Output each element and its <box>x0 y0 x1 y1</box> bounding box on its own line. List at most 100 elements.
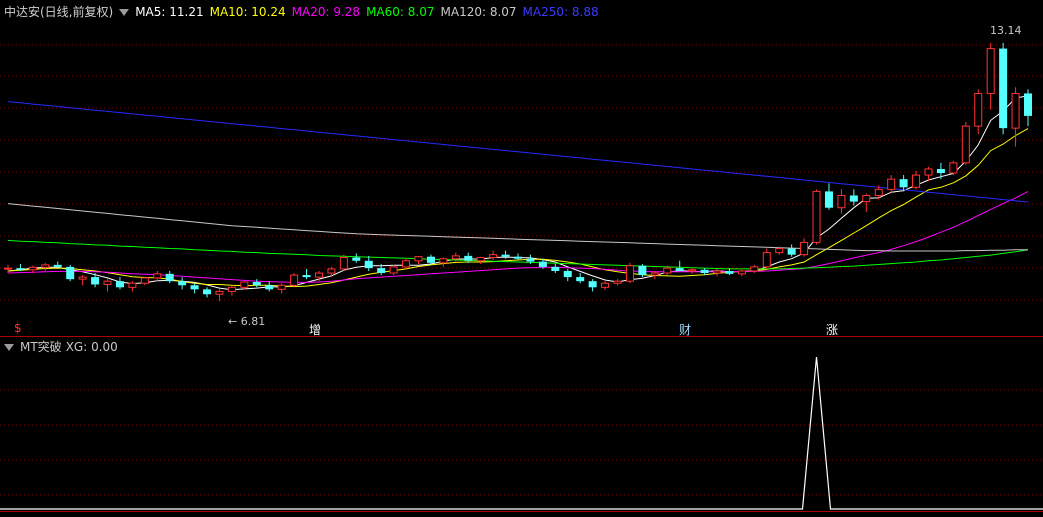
candle-61 <box>762 248 771 269</box>
candle-body-79 <box>986 48 995 94</box>
candle-3 <box>41 262 50 271</box>
candle-body-64 <box>800 241 809 256</box>
candle-21 <box>265 281 274 292</box>
chart-title: 中达安(日线,前复权) <box>4 5 114 19</box>
candle-39 <box>489 250 498 260</box>
candle-body-12 <box>153 273 162 279</box>
candle-16 <box>203 287 212 298</box>
candle-body-9 <box>115 281 124 288</box>
candle-body-5 <box>66 266 75 280</box>
candle-body-19 <box>240 281 249 288</box>
candle-body-46 <box>576 277 585 282</box>
candle-68 <box>849 189 858 206</box>
candle-15 <box>190 283 199 294</box>
candle-54 <box>675 260 684 271</box>
candle-body-72 <box>899 179 908 188</box>
candle-10 <box>128 281 137 292</box>
candle-body-50 <box>625 265 634 282</box>
indicator-xg-value: XG: 0.00 <box>65 340 118 354</box>
candle-body-24 <box>302 275 311 278</box>
candle-body-45 <box>563 270 572 278</box>
ma20-value: MA20: 9.28 <box>291 5 361 19</box>
candle-20 <box>252 279 261 288</box>
candle-body-20 <box>252 282 261 286</box>
candle-body-63 <box>787 248 796 255</box>
candle-71 <box>887 175 896 194</box>
candle-23 <box>290 273 299 288</box>
candle-22 <box>277 283 286 294</box>
candle-body-78 <box>974 92 983 127</box>
candle-body-74 <box>924 168 933 176</box>
candle-28 <box>352 253 361 263</box>
candle-35 <box>439 257 448 267</box>
candle-body-66 <box>824 191 833 208</box>
candle-45 <box>563 268 572 282</box>
candle-body-43 <box>538 261 547 267</box>
candle-37 <box>464 252 473 263</box>
event-marker-2[interactable]: 增 <box>309 321 321 338</box>
candle-body-60 <box>750 266 759 272</box>
candle-body-71 <box>887 178 896 190</box>
candle-body-34 <box>426 256 435 263</box>
ma10-value: MA10: 10.24 <box>209 5 286 19</box>
candle-17 <box>215 289 224 302</box>
candle-body-39 <box>489 254 498 259</box>
candle-73 <box>912 171 921 190</box>
candle-body-65 <box>812 190 821 243</box>
dropdown-triangle-icon[interactable] <box>4 344 14 351</box>
candle-body-11 <box>140 277 149 284</box>
candle-49 <box>613 279 622 286</box>
candle-80 <box>999 42 1008 135</box>
low-price-label: ← 6.81 <box>228 315 266 328</box>
candle-body-32 <box>402 260 411 268</box>
candle-79 <box>986 42 995 110</box>
ma-line-ma120 <box>7 203 1028 252</box>
event-marker-3[interactable]: 财 <box>679 321 691 338</box>
candle-body-36 <box>451 255 460 260</box>
candle-44 <box>551 264 560 274</box>
ma120-value: MA120: 8.07 <box>440 5 517 19</box>
candle-body-28 <box>352 257 361 261</box>
candle-body-48 <box>601 282 610 288</box>
indicator-panel <box>0 356 1043 510</box>
candle-body-30 <box>377 268 386 274</box>
candle-body-67 <box>837 194 846 209</box>
candle-body-31 <box>389 266 398 274</box>
candle-63 <box>787 244 796 257</box>
candle-body-80 <box>999 48 1008 129</box>
candle-50 <box>625 262 634 284</box>
dropdown-triangle-icon[interactable] <box>119 9 130 16</box>
candle-body-62 <box>775 248 784 254</box>
candle-66 <box>824 183 833 210</box>
stock-chart[interactable] <box>0 0 1043 517</box>
candle-body-21 <box>265 285 274 290</box>
candle-body-47 <box>588 281 597 288</box>
candle-body-68 <box>849 195 858 202</box>
ma-line-ma20 <box>7 190 1029 283</box>
candle-77 <box>961 122 970 165</box>
candle-body-7 <box>91 277 100 285</box>
candle-body-81 <box>1011 92 1020 129</box>
candle-body-44 <box>551 266 560 271</box>
candle-64 <box>800 238 809 257</box>
candle-body-55 <box>688 269 697 272</box>
candle-body-77 <box>961 125 970 164</box>
candle-body-57 <box>713 270 722 274</box>
candle-body-8 <box>103 280 112 285</box>
candle-body-75 <box>936 168 945 174</box>
candle-body-33 <box>414 256 423 262</box>
ma60-value: MA60: 8.07 <box>366 5 435 19</box>
ma250-value: MA250: 8.88 <box>522 5 599 19</box>
candle-body-37 <box>464 255 473 261</box>
candle-body-1 <box>16 268 25 270</box>
event-marker-4[interactable]: 涨 <box>826 321 838 338</box>
candle-19 <box>240 281 249 290</box>
event-marker-1[interactable]: $ <box>14 321 22 335</box>
candle-31 <box>389 264 398 276</box>
candle-47 <box>588 279 597 292</box>
candle-body-3 <box>41 264 50 268</box>
candle-body-10 <box>128 282 137 288</box>
candle-body-27 <box>339 257 348 270</box>
candle-body-49 <box>613 280 622 284</box>
candle-18 <box>227 285 236 296</box>
